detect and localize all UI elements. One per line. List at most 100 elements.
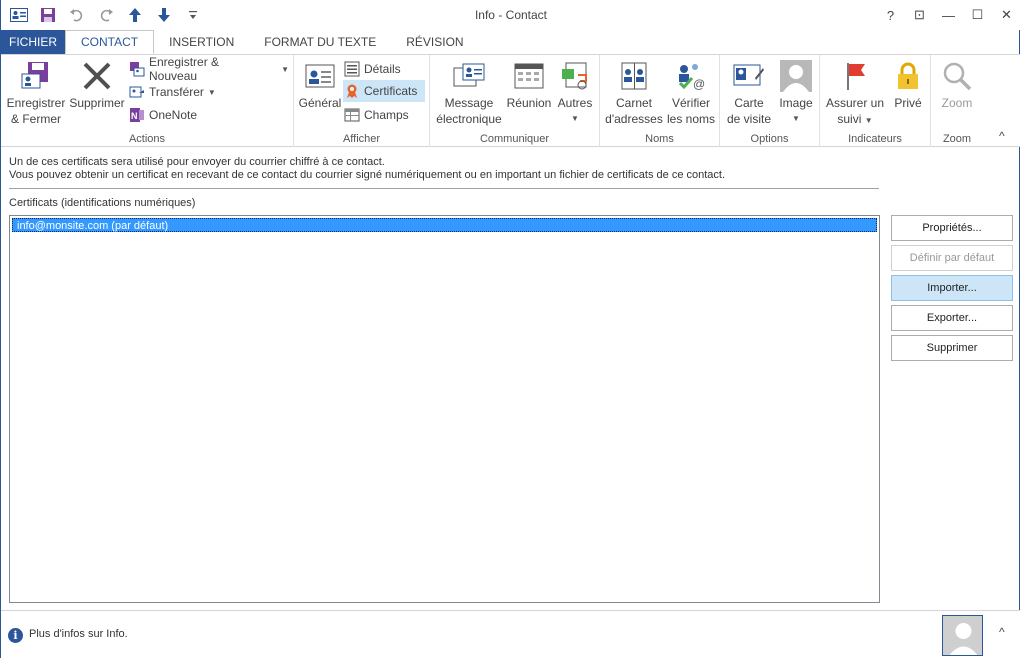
- certificates-list[interactable]: info@monsite.com (par défaut): [9, 215, 880, 603]
- group-tags-label: Indicateurs: [848, 133, 902, 145]
- certificates-button[interactable]: Certificats: [343, 80, 425, 102]
- ribbon-display-options-button[interactable]: ⊡: [905, 0, 934, 30]
- close-button[interactable]: ✕: [992, 0, 1020, 30]
- group-zoom: Zoom Zoom: [931, 55, 983, 147]
- more-button[interactable]: Autres ▼: [554, 59, 596, 127]
- maximize-button[interactable]: ☐: [963, 0, 992, 30]
- save-close-icon: [19, 59, 53, 93]
- onenote-button[interactable]: N OneNote: [129, 104, 201, 126]
- forward-button[interactable]: Transférer ▼: [129, 81, 220, 103]
- fields-icon: [344, 107, 360, 123]
- zoom-magnifier-icon: [940, 59, 974, 93]
- delete-button[interactable]: Supprimer: [67, 59, 127, 111]
- meeting-button[interactable]: Réunion: [506, 59, 552, 111]
- tab-format-text[interactable]: FORMAT DU TEXTE: [249, 30, 391, 54]
- contact-avatar-icon: [943, 616, 982, 655]
- tab-file[interactable]: FICHIER: [1, 30, 65, 54]
- save-new-caret-icon: ▼: [281, 64, 289, 74]
- collapse-ribbon-icon[interactable]: ^: [999, 129, 1005, 143]
- group-actions: Enregistrer & Fermer Supprimer Enregistr…: [1, 55, 294, 147]
- followup-caret-icon: ▼: [864, 116, 873, 125]
- save-new-icon: [129, 61, 145, 77]
- tab-review[interactable]: RÉVISION: [391, 30, 478, 54]
- save-new-label: Enregistrer & Nouveau: [149, 55, 220, 83]
- info-text-line1: Un de ces certificats sera utilisé pour …: [9, 156, 385, 168]
- zoom-label: Zoom: [941, 96, 973, 110]
- certificates-list-label: Certificats (identifications numériques): [9, 197, 196, 209]
- title-bar: Info - Contact ? ⊡ — ☐ ✕: [1, 0, 1020, 30]
- help-button[interactable]: ?: [876, 0, 905, 30]
- group-actions-label: Actions: [128, 133, 166, 145]
- remove-button[interactable]: Supprimer: [891, 335, 1013, 361]
- fields-button[interactable]: Champs: [344, 104, 413, 126]
- business-card-icon: [732, 59, 766, 93]
- minimize-button[interactable]: —: [934, 0, 963, 30]
- group-show-label: Afficher: [342, 133, 381, 145]
- followup-label-2: suivi ▼: [822, 111, 888, 129]
- address-book-button[interactable]: Carnet d'adresses: [604, 59, 664, 127]
- delete-label: Supprimer: [69, 96, 125, 110]
- picture-button[interactable]: Image ▼: [774, 59, 818, 127]
- export-button[interactable]: Exporter...: [891, 305, 1013, 331]
- separator: [9, 188, 879, 189]
- check-names-button[interactable]: @ Vérifier les noms: [664, 59, 718, 127]
- info-icon: i: [8, 628, 23, 643]
- status-text[interactable]: Plus d'infos sur Info.: [29, 628, 128, 640]
- svg-text:N: N: [131, 111, 138, 121]
- private-button[interactable]: Privé: [888, 59, 928, 111]
- avatar[interactable]: [942, 615, 983, 656]
- meeting-label: Réunion: [506, 96, 552, 110]
- ribbon: Enregistrer & Fermer Supprimer Enregistr…: [1, 54, 1020, 147]
- flag-icon: [838, 59, 872, 93]
- group-options-label: Options: [750, 133, 789, 145]
- group-names: Carnet d'adresses @ Vérifier les noms No…: [600, 55, 720, 147]
- save-close-button[interactable]: Enregistrer & Fermer: [5, 59, 67, 127]
- group-communicate: Message électronique Réunion Autres ▼ Co…: [430, 55, 600, 147]
- followup-label-1: Assurer un: [825, 96, 885, 110]
- save-close-label-2: & Fermer: [10, 112, 61, 126]
- list-item[interactable]: info@monsite.com (par défaut): [12, 218, 877, 232]
- lock-icon: [891, 59, 925, 93]
- email-icon: [452, 59, 486, 93]
- email-label-2: électronique: [436, 112, 502, 126]
- info-text-line2: Vous pouvez obtenir un certificat en rec…: [9, 169, 726, 181]
- check-names-label-2: les noms: [666, 112, 716, 126]
- tab-insert[interactable]: INSERTION: [154, 30, 249, 54]
- address-book-label-1: Carnet: [615, 96, 653, 110]
- window-title: Info - Contact: [474, 8, 548, 22]
- import-button[interactable]: Importer...: [891, 275, 1013, 301]
- onenote-label: OneNote: [149, 108, 198, 122]
- contact-window: Info - Contact ? ⊡ — ☐ ✕ FICHIER CONTACT…: [0, 0, 1020, 658]
- expand-people-pane-icon[interactable]: ^: [999, 625, 1005, 639]
- details-button[interactable]: Détails: [344, 58, 405, 80]
- picture-label: Image: [779, 96, 813, 110]
- details-icon: [344, 61, 360, 77]
- zoom-button[interactable]: Zoom: [935, 59, 979, 111]
- address-book-label-2: d'adresses: [605, 112, 663, 126]
- followup-button[interactable]: Assurer un suivi ▼: [822, 59, 888, 129]
- certificate-ribbon-icon: [344, 83, 360, 99]
- general-button[interactable]: Général: [298, 59, 342, 111]
- email-label-1: Message: [444, 96, 494, 110]
- window-controls: ? ⊡ — ☐ ✕: [876, 0, 1020, 30]
- set-default-button[interactable]: Définir par défaut: [891, 245, 1013, 271]
- group-tags: Assurer un suivi ▼ Privé Indicateurs: [820, 55, 931, 147]
- more-label: Autres: [557, 96, 593, 110]
- picture-caret-icon: ▼: [792, 114, 800, 123]
- business-card-button[interactable]: Carte de visite: [724, 59, 774, 127]
- properties-button[interactable]: Propriétés...: [891, 215, 1013, 241]
- tab-contact[interactable]: CONTACT: [65, 30, 155, 54]
- onenote-icon: N: [129, 107, 145, 123]
- address-book-icon: [617, 59, 651, 93]
- check-names-icon: @: [674, 59, 708, 93]
- email-button[interactable]: Message électronique: [434, 59, 504, 127]
- group-options: Carte de visite Image ▼ Options: [720, 55, 820, 147]
- check-names-label-1: Vérifier: [671, 96, 710, 110]
- picture-avatar-icon: [779, 59, 813, 93]
- svg-text:@: @: [693, 77, 705, 91]
- more-caret-icon: ▼: [571, 114, 579, 123]
- save-close-label-1: Enregistrer: [6, 96, 66, 110]
- forward-label: Transférer: [149, 85, 204, 99]
- delete-x-icon: [80, 59, 114, 93]
- save-new-button[interactable]: Enregistrer & Nouveau ▼: [129, 55, 293, 83]
